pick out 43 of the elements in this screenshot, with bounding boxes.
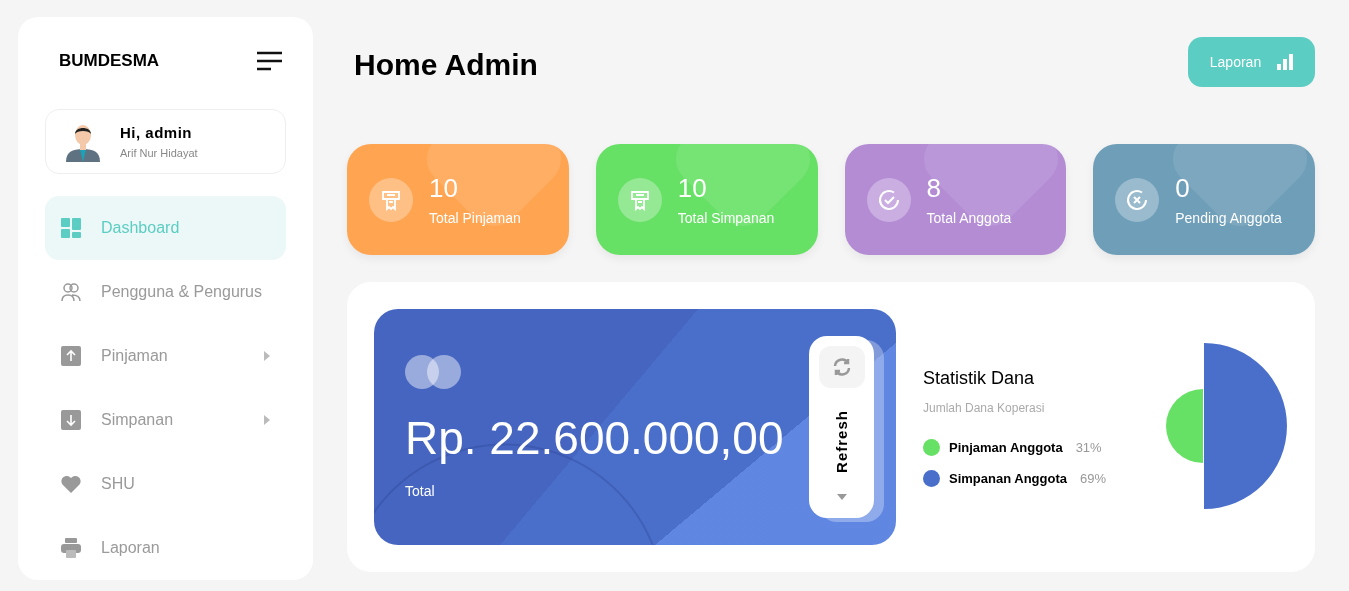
balance-amount: Rp. 22.600.000,00 — [405, 411, 785, 465]
refresh-button[interactable]: Refresh — [809, 336, 874, 518]
stat-value: 8 — [926, 173, 942, 204]
report-button[interactable]: Laporan — [1188, 37, 1315, 87]
nav-item[interactable]: Laporan — [45, 516, 286, 580]
bar-chart-icon — [1277, 54, 1294, 70]
nav-item[interactable]: Pinjaman — [45, 324, 286, 388]
refresh-icon — [831, 357, 852, 377]
stat-label: Pending Anggota — [1175, 210, 1282, 226]
printer-icon — [61, 538, 81, 558]
stat-label: Total Anggota — [926, 210, 1012, 226]
page-title: Home Admin — [354, 48, 538, 82]
stat-value: 10 — [429, 173, 459, 204]
caret-icon — [836, 494, 847, 500]
menu-icon[interactable] — [257, 51, 282, 71]
check-circle-icon — [876, 187, 901, 212]
nav-item[interactable]: SHU — [45, 452, 286, 516]
statistics-subtitle: Jumlah Dana Koperasi — [923, 400, 1046, 415]
heart-icon — [61, 475, 81, 493]
legend-percent: 69% — [1079, 470, 1106, 486]
download-icon — [61, 410, 81, 430]
cancel-circle-icon — [1125, 187, 1150, 212]
nav-item[interactable]: Pengguna & Pengurus — [45, 260, 286, 324]
user-name: Arif Nur Hidayat — [120, 147, 198, 159]
legend-percent: 31% — [1075, 439, 1102, 455]
users-icon — [61, 282, 81, 302]
statistics-title: Statistik Dana — [923, 367, 1036, 389]
receipt-icon — [628, 188, 651, 211]
card-logo-icon — [405, 355, 461, 389]
balance-caption: Total — [405, 483, 436, 499]
stat-value: 0 — [1175, 173, 1191, 204]
legend-label: Simpanan Anggota — [949, 470, 1067, 486]
legend-label: Pinjaman Anggota — [949, 439, 1063, 455]
greeting: Hi, admin — [120, 124, 193, 141]
nav-item[interactable]: Dashboard — [45, 196, 286, 260]
dashboard-icon — [61, 218, 81, 238]
stat-label: Total Pinjaman — [429, 210, 521, 226]
nav-item[interactable]: Simpanan — [45, 388, 286, 452]
brand-name: BUMDESMA — [59, 51, 160, 71]
receipt-icon — [380, 188, 402, 211]
stat-value: 10 — [677, 173, 708, 204]
stat-label: Total Simpanan — [677, 210, 775, 226]
upload-icon — [61, 346, 81, 366]
